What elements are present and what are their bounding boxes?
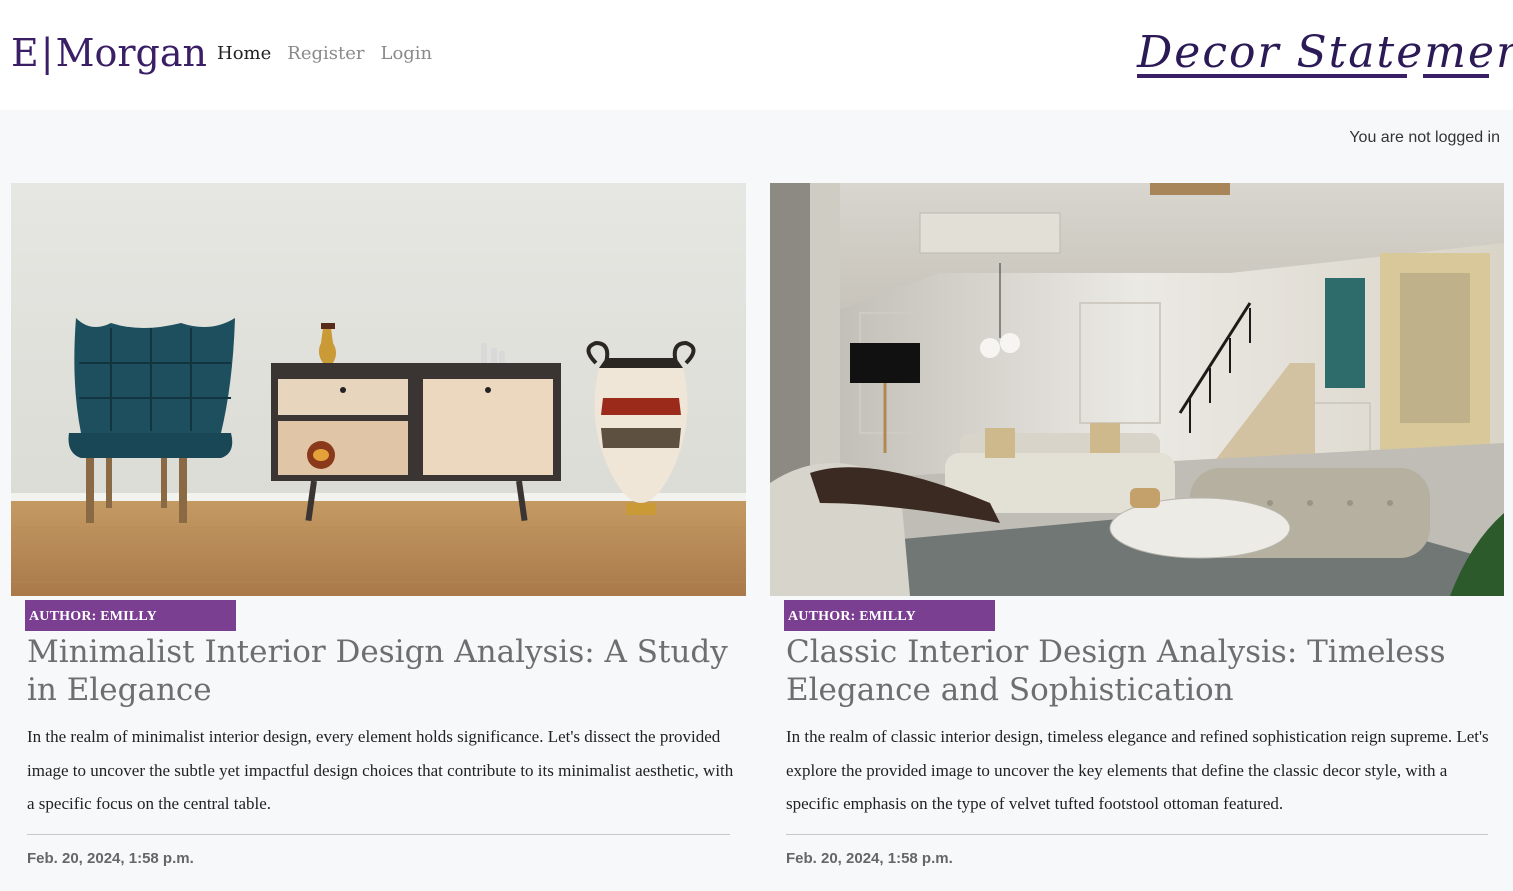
nav-home-link[interactable]: Home bbox=[217, 40, 271, 68]
card-divider bbox=[786, 834, 1488, 835]
post-card[interactable]: AUTHOR: EMILLY Classic Interior Design A… bbox=[770, 183, 1504, 867]
post-date: Feb. 20, 2024, 1:58 p.m. bbox=[27, 850, 194, 867]
post-card[interactable]: AUTHOR: EMILLY Minimalist Interior Desig… bbox=[11, 183, 746, 867]
nav-login-link[interactable]: Login bbox=[380, 40, 432, 68]
post-excerpt: In the realm of minimalist interior desi… bbox=[27, 727, 734, 813]
author-badge: AUTHOR: EMILLY bbox=[784, 600, 995, 631]
post-excerpt: In the realm of classic interior design,… bbox=[786, 727, 1489, 813]
card-divider bbox=[27, 834, 730, 835]
brand-underline bbox=[1137, 74, 1407, 78]
post-date: Feb. 20, 2024, 1:58 p.m. bbox=[786, 850, 953, 867]
post-title[interactable]: Minimalist Interior Design Analysis: A S… bbox=[27, 633, 736, 709]
nav-register-link[interactable]: Register bbox=[287, 40, 364, 68]
logo-name: Morgan bbox=[55, 31, 207, 75]
logo-initial: E bbox=[11, 31, 39, 75]
minimalist-room-image[interactable] bbox=[11, 183, 746, 596]
login-status-text: You are not logged in bbox=[1349, 129, 1500, 146]
post-title[interactable]: Classic Interior Design Analysis: Timele… bbox=[786, 633, 1494, 709]
brand-underline bbox=[1423, 74, 1489, 78]
classic-living-room-image[interactable] bbox=[770, 183, 1504, 596]
main-nav: Home Register Login bbox=[217, 40, 432, 68]
site-header: E|Morgan Home Register Login Decor State… bbox=[0, 0, 1513, 110]
author-badge: AUTHOR: EMILLY bbox=[25, 600, 236, 631]
site-logo[interactable]: E|Morgan bbox=[11, 28, 207, 78]
logo-separator: | bbox=[40, 31, 54, 75]
